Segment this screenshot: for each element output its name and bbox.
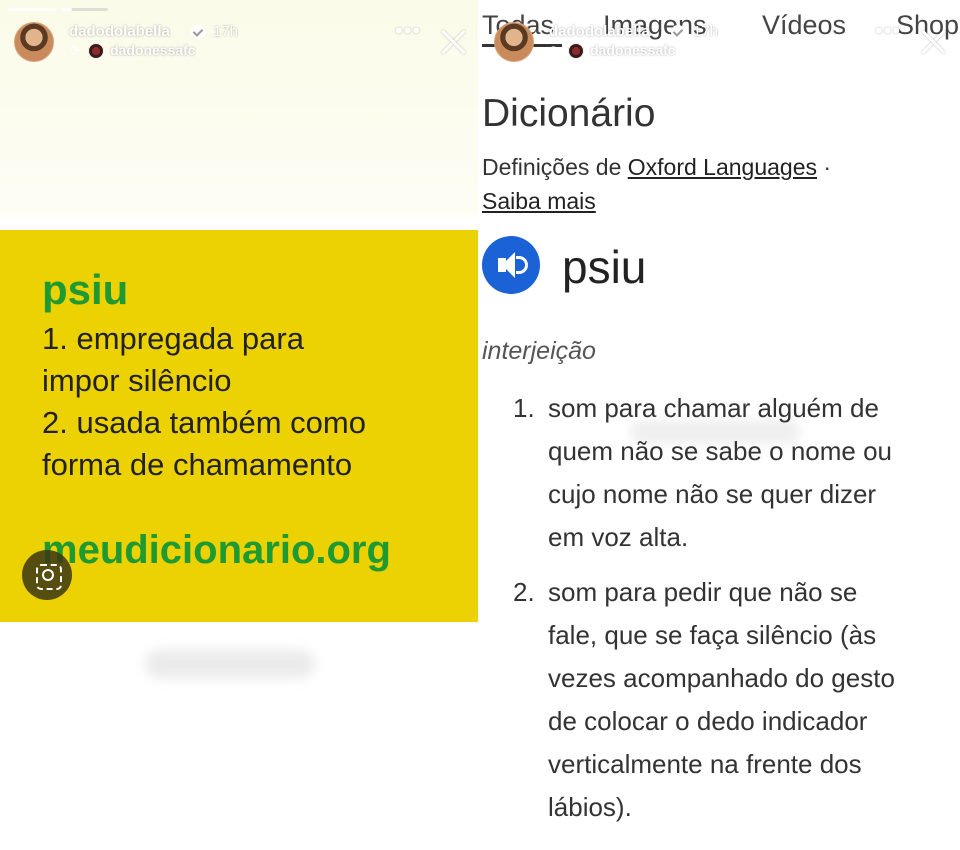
sense-line: de colocar o dedo indicador: [548, 706, 868, 736]
post-time: 17h: [213, 23, 239, 40]
close-icon[interactable]: [920, 28, 948, 56]
sense-line: vezes acompanhado do gesto: [548, 663, 895, 693]
speaker-wave-icon: [516, 256, 528, 274]
verified-badge-icon: [191, 25, 205, 39]
progress-segment-1: [8, 8, 56, 11]
sense-line: quem não se sabe o nome ou: [548, 436, 893, 466]
reposted-from-username[interactable]: dadonessafc: [110, 42, 196, 58]
story-header: dadodolabella 17h ⟳ dadonessafc •••: [0, 18, 478, 68]
progress-fill-1: [8, 8, 56, 11]
sense-line: som para pedir que não se: [548, 577, 858, 607]
card-definition-1-line-2: impor silêncio: [42, 363, 232, 398]
sense-number: 1.: [513, 393, 535, 423]
sense-line: verticalmente na frente dos: [548, 749, 862, 779]
more-options-icon[interactable]: •••: [875, 18, 901, 44]
source-prefix: Definições de: [482, 154, 622, 180]
progress-segment-2: [60, 8, 108, 11]
head-word: psiu: [562, 241, 647, 293]
avatar[interactable]: [14, 22, 54, 62]
username[interactable]: dadodolabella: [69, 23, 170, 40]
visual-search-icon[interactable]: [22, 550, 72, 600]
repost-avatar[interactable]: [568, 43, 584, 59]
learn-more-link[interactable]: Saiba mais: [482, 188, 596, 214]
sense-2: 2. som para pedir que não se fale, que s…: [513, 571, 953, 829]
repost-icon: ⟳: [69, 43, 80, 58]
verified-badge-icon: [671, 25, 685, 39]
dictionary-title: Dicionário: [482, 92, 656, 135]
sense-line: som para chamar alguém de: [548, 393, 879, 423]
blurred-watermark: [145, 650, 315, 678]
part-of-speech: interjeição: [482, 337, 596, 365]
oxford-languages-link[interactable]: Oxford Languages: [628, 154, 817, 180]
left-story-panel: dadodolabella 17h ⟳ dadonessafc ••• psiu…: [0, 0, 478, 850]
right-story-panel: Todas Imagens Vídeos Shop dadodolabella …: [480, 0, 960, 850]
sense-line: em voz alta.: [548, 522, 689, 552]
dictionary-source: Definições de Oxford Languages · Saiba m…: [482, 150, 942, 218]
card-definition-2-line-2: forma de chamamento: [42, 447, 353, 482]
close-icon[interactable]: [440, 28, 468, 56]
source-separator: ·: [823, 154, 832, 180]
repost-icon: ⟳: [549, 43, 560, 58]
sense-number: 2.: [513, 577, 535, 607]
card-site: meudicionario.org: [42, 528, 391, 572]
more-options-icon[interactable]: •••: [395, 18, 421, 44]
card-word: psiu: [42, 266, 129, 313]
sense-line: lábios).: [548, 792, 632, 822]
avatar[interactable]: [494, 22, 534, 62]
post-time: 17h: [693, 23, 719, 40]
card-definition-1-line-1: 1. empregada para: [42, 321, 304, 356]
sense-line: cujo nome não se quer dizer: [548, 479, 877, 509]
pronunciation-speaker-icon[interactable]: [482, 236, 540, 294]
definition-card: psiu 1. empregada para impor silêncio 2.…: [0, 230, 478, 622]
card-definition-2-line-1: 2. usada também como: [42, 405, 366, 440]
reposted-from-username[interactable]: dadonessafc: [590, 42, 676, 58]
repost-avatar[interactable]: [88, 43, 104, 59]
progress-fill-2: [60, 8, 72, 11]
sense-1: 1. som para chamar alguém de quem não se…: [513, 387, 953, 559]
story-header: dadodolabella 17h ⟳ dadonessafc •••: [480, 18, 960, 68]
username[interactable]: dadodolabella: [549, 23, 650, 40]
sense-line: fale, que se faça silêncio (às: [548, 620, 877, 650]
